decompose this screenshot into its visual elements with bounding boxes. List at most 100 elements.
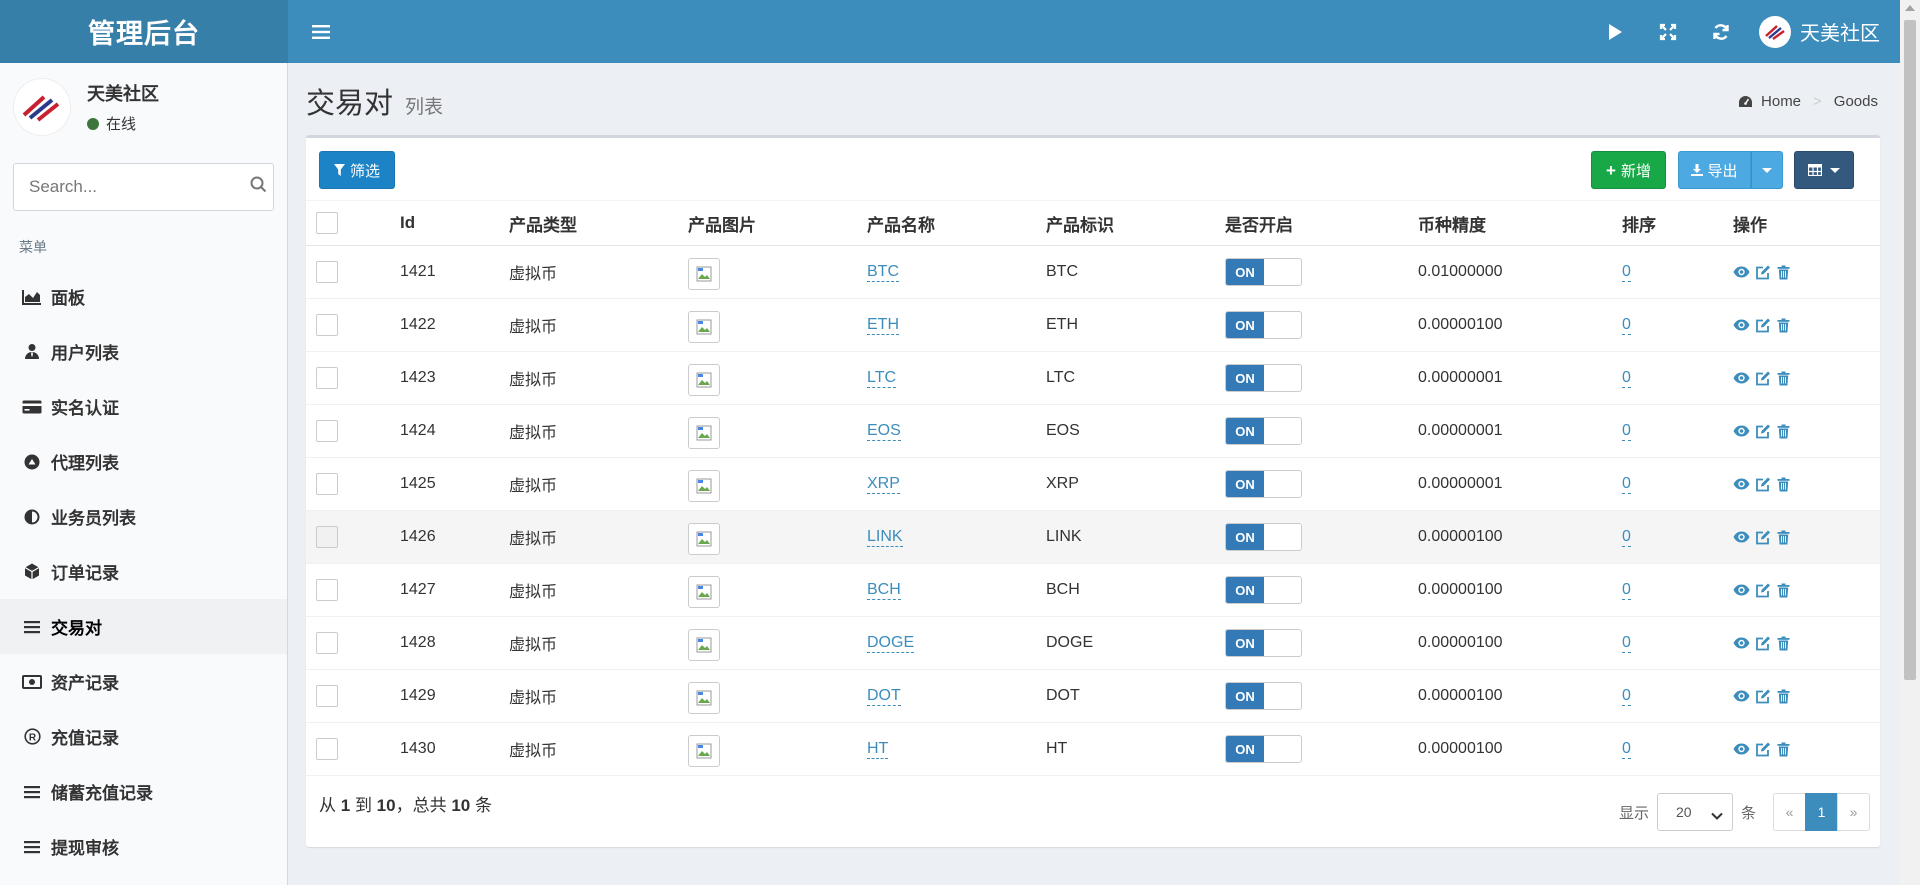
trash-icon[interactable]	[1775, 529, 1792, 546]
broken-image-icon[interactable]	[688, 629, 720, 661]
sidebar-item-agents[interactable]: 代理列表	[0, 434, 287, 489]
eye-icon[interactable]	[1733, 423, 1750, 440]
row-checkbox[interactable]	[316, 685, 338, 707]
edit-icon[interactable]	[1754, 741, 1771, 758]
broken-image-icon[interactable]	[688, 470, 720, 502]
broken-image-icon[interactable]	[688, 417, 720, 449]
editable-name-link[interactable]: DOT	[867, 687, 901, 706]
editable-name-link[interactable]: BTC	[867, 263, 899, 282]
fullscreen-icon[interactable]	[1641, 0, 1694, 63]
row-checkbox[interactable]	[316, 473, 338, 495]
page-button-current[interactable]: 1	[1805, 793, 1838, 831]
sidebar-item-recharge[interactable]: R 充值记录	[0, 709, 287, 764]
breadcrumb-home[interactable]: Home	[1761, 93, 1801, 110]
page-scrollbar[interactable]	[1900, 0, 1920, 885]
row-checkbox[interactable]	[316, 261, 338, 283]
trash-icon[interactable]	[1775, 476, 1792, 493]
broken-image-icon[interactable]	[688, 258, 720, 290]
enabled-toggle[interactable]: ON	[1225, 629, 1302, 657]
sidebar-item-assets[interactable]: 资产记录	[0, 654, 287, 709]
row-checkbox[interactable]	[316, 367, 338, 389]
enabled-toggle[interactable]: ON	[1225, 576, 1302, 604]
editable-name-link[interactable]: LINK	[867, 528, 903, 547]
row-checkbox[interactable]	[316, 526, 338, 548]
table-row[interactable]: 1423 虚拟币 LTC LTC ON 0.00000001 0	[306, 352, 1880, 405]
editable-name-link[interactable]: EOS	[867, 422, 901, 441]
editable-sort-link[interactable]: 0	[1622, 634, 1631, 653]
sidebar-item-dashboard[interactable]: 面板	[0, 269, 287, 324]
trash-icon[interactable]	[1775, 317, 1792, 334]
row-checkbox[interactable]	[316, 314, 338, 336]
enabled-toggle[interactable]: ON	[1225, 364, 1302, 392]
add-button[interactable]: + 新增	[1591, 151, 1666, 189]
sidebar-item-withdraw-review[interactable]: 提现审核	[0, 819, 287, 874]
sidebar-item-savings-recharge[interactable]: 储蓄充值记录	[0, 764, 287, 819]
edit-icon[interactable]	[1754, 317, 1771, 334]
eye-icon[interactable]	[1733, 317, 1750, 334]
editable-name-link[interactable]: XRP	[867, 475, 900, 494]
refresh-icon[interactable]	[1694, 0, 1747, 63]
edit-icon[interactable]	[1754, 370, 1771, 387]
user-menu[interactable]: 天美社区	[1747, 15, 1880, 48]
enabled-toggle[interactable]: ON	[1225, 735, 1302, 763]
editable-sort-link[interactable]: 0	[1622, 528, 1631, 547]
eye-icon[interactable]	[1733, 264, 1750, 281]
enabled-toggle[interactable]: ON	[1225, 470, 1302, 498]
row-checkbox[interactable]	[316, 420, 338, 442]
filter-button[interactable]: 筛选	[319, 151, 395, 189]
enabled-toggle[interactable]: ON	[1225, 311, 1302, 339]
column-header-id[interactable]: Id	[400, 201, 509, 246]
table-row[interactable]: 1424 虚拟币 EOS EOS ON 0.00000001 0	[306, 405, 1880, 458]
trash-icon[interactable]	[1775, 582, 1792, 599]
trash-icon[interactable]	[1775, 688, 1792, 705]
table-row[interactable]: 1430 虚拟币 HT HT ON 0.00000100 0	[306, 723, 1880, 776]
next-page-button[interactable]: »	[1837, 793, 1870, 831]
sidebar-item-orders[interactable]: 订单记录	[0, 544, 287, 599]
editable-name-link[interactable]: BCH	[867, 581, 901, 600]
column-header-sort[interactable]: 排序	[1622, 201, 1733, 246]
trash-icon[interactable]	[1775, 635, 1792, 652]
eye-icon[interactable]	[1733, 476, 1750, 493]
editable-name-link[interactable]: DOGE	[867, 634, 915, 653]
enabled-toggle[interactable]: ON	[1225, 682, 1302, 710]
editable-sort-link[interactable]: 0	[1622, 422, 1631, 441]
editable-sort-link[interactable]: 0	[1622, 687, 1631, 706]
row-checkbox[interactable]	[316, 738, 338, 760]
prev-page-button[interactable]: «	[1773, 793, 1806, 831]
broken-image-icon[interactable]	[688, 735, 720, 767]
table-row[interactable]: 1428 虚拟币 DOGE DOGE ON 0.00000100 0	[306, 617, 1880, 670]
edit-icon[interactable]	[1754, 529, 1771, 546]
edit-icon[interactable]	[1754, 582, 1771, 599]
export-button[interactable]: 导出	[1678, 151, 1751, 189]
broken-image-icon[interactable]	[688, 576, 720, 608]
columns-toggle-button[interactable]	[1794, 151, 1854, 189]
app-logo[interactable]: 管理后台	[0, 0, 288, 63]
eye-icon[interactable]	[1733, 688, 1750, 705]
edit-icon[interactable]	[1754, 264, 1771, 281]
sidebar-item-salesmen[interactable]: 业务员列表	[0, 489, 287, 544]
eye-icon[interactable]	[1733, 582, 1750, 599]
table-row[interactable]: 1429 虚拟币 DOT DOT ON 0.00000100 0	[306, 670, 1880, 723]
table-row[interactable]: 1427 虚拟币 BCH BCH ON 0.00000100 0	[306, 564, 1880, 617]
editable-name-link[interactable]: ETH	[867, 316, 899, 335]
trash-icon[interactable]	[1775, 423, 1792, 440]
sidebar-item-trading-pairs[interactable]: 交易对	[0, 599, 287, 654]
table-row[interactable]: 1421 虚拟币 BTC BTC ON 0.01000000 0	[306, 246, 1880, 299]
editable-sort-link[interactable]: 0	[1622, 740, 1631, 759]
sidebar-item-users[interactable]: 用户列表	[0, 324, 287, 379]
broken-image-icon[interactable]	[688, 523, 720, 555]
sidebar-toggle-icon[interactable]	[306, 17, 336, 47]
editable-sort-link[interactable]: 0	[1622, 316, 1631, 335]
editable-sort-link[interactable]: 0	[1622, 475, 1631, 494]
edit-icon[interactable]	[1754, 688, 1771, 705]
enabled-toggle[interactable]: ON	[1225, 523, 1302, 551]
row-checkbox[interactable]	[316, 632, 338, 654]
broken-image-icon[interactable]	[688, 364, 720, 396]
row-checkbox[interactable]	[316, 579, 338, 601]
trash-icon[interactable]	[1775, 370, 1792, 387]
editable-name-link[interactable]: LTC	[867, 369, 897, 388]
enabled-toggle[interactable]: ON	[1225, 258, 1302, 286]
table-row[interactable]: 1425 虚拟币 XRP XRP ON 0.00000001 0	[306, 458, 1880, 511]
search-icon[interactable]	[250, 176, 267, 198]
select-all-checkbox[interactable]	[316, 212, 338, 234]
